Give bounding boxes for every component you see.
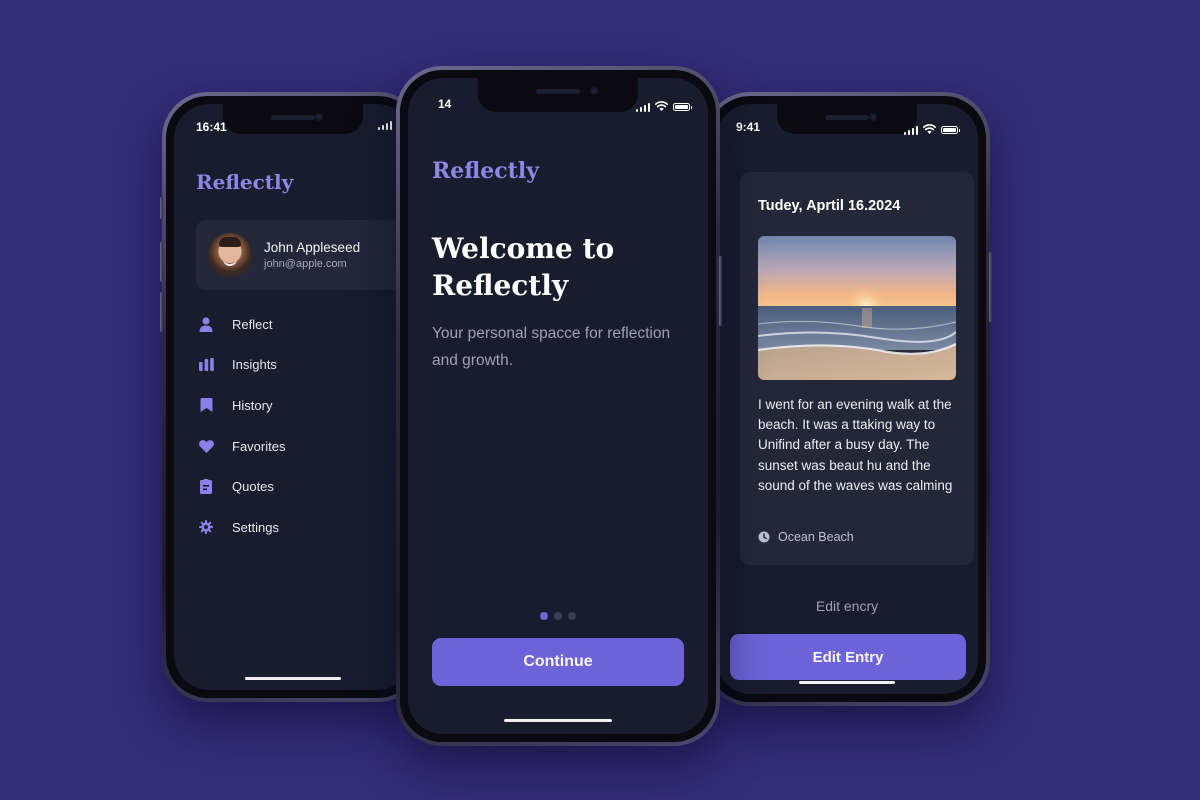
profile-email: john@apple.com xyxy=(264,258,347,270)
profile-card[interactable]: John Appleseed john@apple.com xyxy=(196,220,412,290)
welcome-title: Welcome to Reflectly xyxy=(432,232,615,302)
home-indicator[interactable] xyxy=(799,681,895,684)
signal-icon xyxy=(903,125,918,135)
power-button xyxy=(719,256,722,326)
page-dot[interactable] xyxy=(568,612,576,620)
entry-screen: 9:41 Tudey, Aprtil 16.2024 I went for an… xyxy=(716,104,978,694)
menu-item-label: Settings xyxy=(232,519,279,535)
profile-name: John Appleseed xyxy=(264,240,361,255)
menu-item-label: Reflect xyxy=(232,316,273,332)
menu-item-label: Insights xyxy=(232,357,277,373)
journal-entry-card[interactable]: Tudey, Aprtil 16.2024 I went for an even… xyxy=(740,172,974,565)
phone-entry-screen: 9:41 Tudey, Aprtil 16.2024 I went for an… xyxy=(704,92,992,706)
mute-switch xyxy=(160,197,163,219)
menu-item-settings[interactable]: Settings xyxy=(198,507,285,548)
menu-item-reflect[interactable]: Reflect xyxy=(198,304,285,345)
side-menu: Reflect Insights History Favorites Quote… xyxy=(198,304,285,548)
menu-item-label: Quotes xyxy=(232,479,274,495)
phone-bezel: 14 Reflectly Welcome to Reflectly Your p… xyxy=(400,70,716,742)
wifi-icon xyxy=(923,121,936,139)
quote-card-icon xyxy=(198,479,214,495)
menu-item-favorites[interactable]: Favorites xyxy=(198,426,285,467)
menu-item-label: Favorites xyxy=(232,438,286,454)
menu-item-history[interactable]: History xyxy=(198,385,285,426)
continue-button[interactable]: Continue xyxy=(432,638,684,686)
status-icons xyxy=(903,121,960,139)
bar-chart-icon xyxy=(198,357,214,373)
menu-screen: 16:41 Reflectly John Appleseed john@appl… xyxy=(174,104,412,690)
page-indicator xyxy=(540,612,576,620)
status-time: 16:41 xyxy=(196,120,227,134)
entry-text: I went for an evening walk at the beach.… xyxy=(758,397,953,493)
menu-item-label: History xyxy=(232,397,273,413)
entry-location: Ocean Beach xyxy=(758,530,854,544)
edit-entry-button[interactable]: Edit Entry xyxy=(730,634,966,680)
page-dot[interactable] xyxy=(554,612,562,620)
signal-icon xyxy=(377,121,392,130)
clock-icon xyxy=(758,531,770,543)
status-icons xyxy=(635,98,692,116)
status-icons xyxy=(377,121,392,130)
status-time: 9:41 xyxy=(736,120,761,134)
menu-item-quotes[interactable]: Quotes xyxy=(198,466,285,507)
entry-date: Tudey, Aprtil 16.2024 xyxy=(758,198,901,214)
phone-menu-screen: 16:41 Reflectly John Appleseed john@appl… xyxy=(160,92,424,702)
wifi-icon xyxy=(655,98,668,116)
welcome-screen: 14 Reflectly Welcome to Reflectly Your p… xyxy=(408,78,708,734)
menu-item-insights[interactable]: Insights xyxy=(198,345,285,386)
volume-up-button xyxy=(160,242,163,282)
beach-sunset-photo[interactable] xyxy=(758,236,956,380)
bookmark-icon xyxy=(198,397,214,413)
page-dot-active[interactable] xyxy=(540,612,548,620)
gear-icon xyxy=(198,519,214,535)
volume-down-button xyxy=(160,292,163,332)
battery-icon xyxy=(941,126,960,134)
heart-icon xyxy=(198,438,214,454)
app-logo: Reflectly xyxy=(432,158,539,184)
power-button xyxy=(989,252,992,322)
location-label: Ocean Beach xyxy=(778,530,854,544)
welcome-subtitle: Your personal spacce for reflection and … xyxy=(432,325,671,369)
app-logo: Reflectly xyxy=(196,170,294,194)
notch xyxy=(777,104,917,134)
phone-welcome-screen: 14 Reflectly Welcome to Reflectly Your p… xyxy=(396,66,722,746)
notch xyxy=(223,104,363,134)
home-indicator[interactable] xyxy=(504,719,612,722)
status-time: 14 xyxy=(438,97,452,111)
signal-icon xyxy=(635,102,650,112)
phone-bezel: 9:41 Tudey, Aprtil 16.2024 I went for an… xyxy=(708,96,986,702)
notch xyxy=(478,78,638,112)
home-indicator[interactable] xyxy=(245,677,341,680)
battery-icon xyxy=(673,103,692,111)
phone-bezel: 16:41 Reflectly John Appleseed john@appl… xyxy=(166,96,420,698)
edit-entry-link[interactable]: Edit encry xyxy=(716,598,978,614)
person-icon xyxy=(198,316,214,332)
avatar xyxy=(208,233,252,277)
